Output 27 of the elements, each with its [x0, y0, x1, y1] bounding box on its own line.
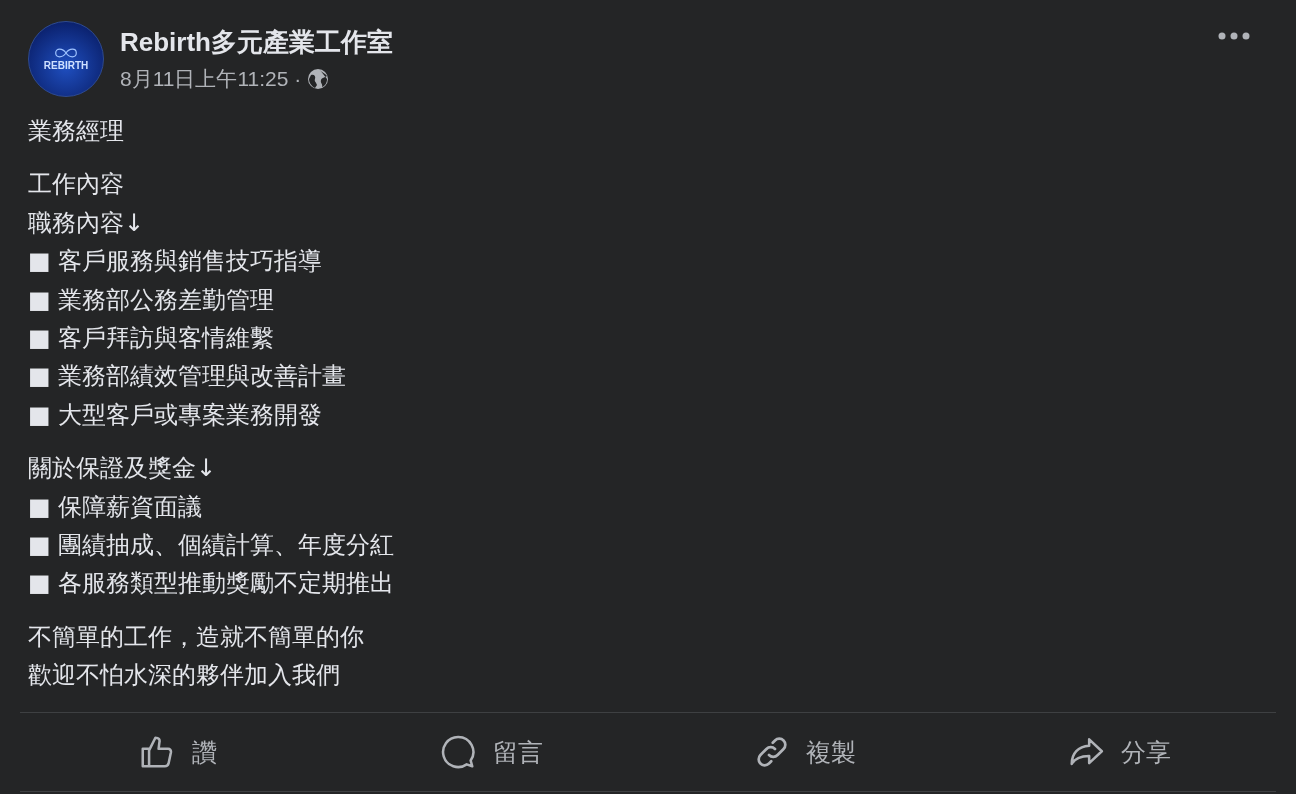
post-text-line: 職務內容↓: [28, 207, 145, 239]
post-text-line: 歡迎不怕水深的夥伴加入我們: [28, 660, 340, 692]
share-button[interactable]: 分享: [962, 713, 1276, 791]
post-text-line: 關於保證及獎金↓: [28, 453, 217, 485]
speech-bubble-icon: [439, 733, 477, 771]
post-text-line: ■ 保障薪資面議: [28, 491, 203, 523]
post-text-line: ■ 各服務類型推動獎勵不定期推出: [28, 568, 395, 600]
post-text-line: ■ 大型客戶或專案業務開發: [28, 399, 323, 431]
logo-text: REBIRTH: [43, 59, 89, 72]
comment-button[interactable]: 留言: [334, 713, 648, 791]
post-time[interactable]: 8月11日上午11:25 ·: [120, 65, 302, 93]
copy-button[interactable]: 複製: [648, 713, 962, 791]
infinity-icon: [53, 46, 79, 59]
post-text-line: ■ 業務部公務差勤管理: [28, 284, 275, 316]
author-name[interactable]: Rebirth多元產業工作室: [120, 25, 393, 59]
post-text-line: ■ 客戶服務與銷售技巧指導: [28, 246, 323, 278]
post-text-line: 業務經理: [28, 116, 124, 147]
post-text-line: ■ 團績抽成、個績計算、年度分紅: [28, 530, 395, 562]
post-text-line: 工作內容: [28, 169, 124, 201]
more-icon[interactable]: [1218, 32, 1250, 40]
globe-icon: [307, 68, 330, 90]
like-button[interactable]: 讚: [20, 713, 334, 791]
avatar[interactable]: REBIRTH: [28, 21, 104, 97]
post-text-line: ■ 客戶拜訪與客情維繫: [28, 323, 275, 355]
post-text-line: ■ 業務部績效管理與改善計畫: [28, 361, 347, 393]
post-text-line: 不簡單的工作，造就不簡單的你: [28, 621, 364, 653]
link-icon: [754, 734, 790, 770]
